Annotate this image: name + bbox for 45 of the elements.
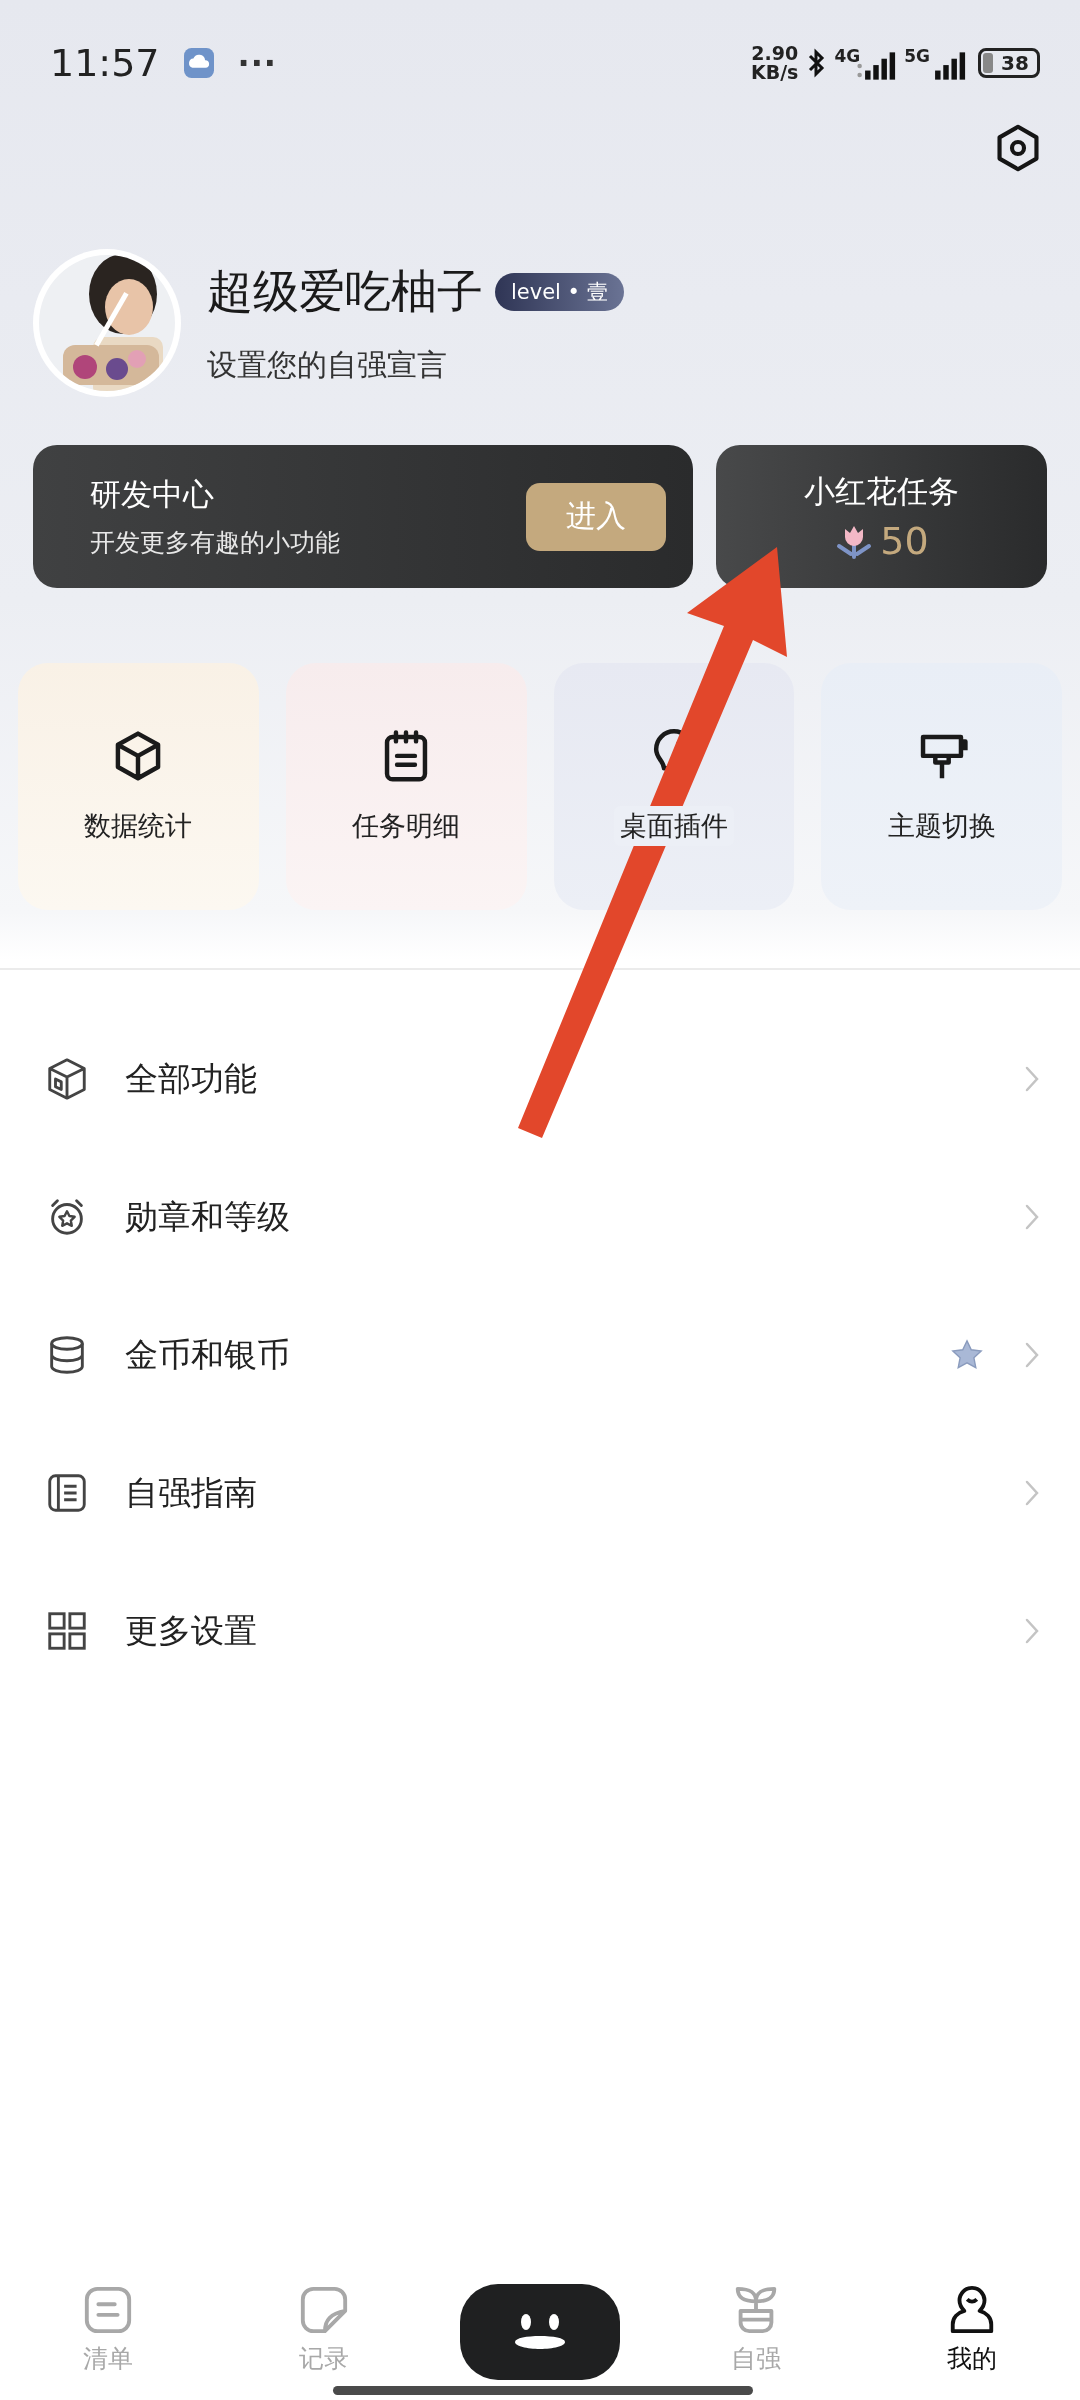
menu-item[interactable]: 勋章和等级 [0, 1148, 1080, 1286]
level-badge: level • 壹 [495, 272, 624, 311]
network-type: 5G [904, 46, 930, 66]
shortcut-tile[interactable]: 任务明细 [285, 663, 527, 910]
card-subtitle: 开发更多有趣的小功能 [90, 527, 340, 559]
bluetooth-icon [806, 48, 827, 78]
chevron-icon [1024, 1341, 1040, 1369]
card-title: 小红花任务 [804, 471, 959, 511]
tile-label: 数据统计 [83, 808, 194, 843]
user-name: 超级爱吃柚子 [207, 262, 483, 320]
more-dots: ··· [237, 44, 277, 82]
network-speed: 2.90 [751, 44, 799, 63]
menu-label: 全部功能 [125, 1057, 258, 1100]
chevron-icon [1024, 1479, 1040, 1507]
motto-text[interactable]: 设置您的自强宣言 [207, 344, 624, 386]
chevron-icon [1024, 1617, 1040, 1645]
menu-item[interactable]: 全部功能 [0, 1010, 1080, 1148]
battery-fill [983, 53, 993, 73]
smiley-button[interactable] [460, 2284, 620, 2380]
menu-item[interactable]: 金币和银币 [0, 1286, 1080, 1424]
nav-tab[interactable]: 我的 [864, 2284, 1080, 2375]
speed-unit: KB/s [750, 63, 799, 82]
menu-label: 金币和银币 [125, 1333, 291, 1376]
menu-label: 更多设置 [125, 1609, 258, 1652]
dev-center-card[interactable]: 研发中心 开发更多有趣的小功能 进入 [33, 445, 693, 588]
menu-label: 自强指南 [125, 1471, 258, 1514]
settings-icon[interactable] [994, 123, 1042, 173]
list-icon [82, 2284, 134, 2336]
menu-item[interactable]: 自强指南 [0, 1424, 1080, 1562]
menu-label: 勋章和等级 [125, 1195, 291, 1238]
chevron-icon [1024, 1203, 1040, 1231]
card-title: 研发中心 [90, 475, 215, 514]
tile-label: 任务明细 [351, 808, 462, 843]
clock-time: 11:57 [50, 41, 160, 85]
shortcut-tile[interactable]: 数据统计 [18, 663, 259, 910]
battery-level: 38 [1001, 51, 1029, 75]
tile-label: 主题切换 [886, 808, 997, 843]
network-type: 4G [834, 46, 861, 66]
flower-count: 50 [880, 518, 929, 563]
shortcut-tile[interactable]: 主题切换 [821, 663, 1062, 910]
flower-task-card[interactable]: 小红花任务 50 [716, 445, 1047, 588]
chevron-icon [1024, 1065, 1040, 1093]
menu-item[interactable]: 更多设置 [0, 1562, 1080, 1700]
cloud-icon [183, 48, 214, 78]
sticky-note-icon [298, 2284, 350, 2336]
